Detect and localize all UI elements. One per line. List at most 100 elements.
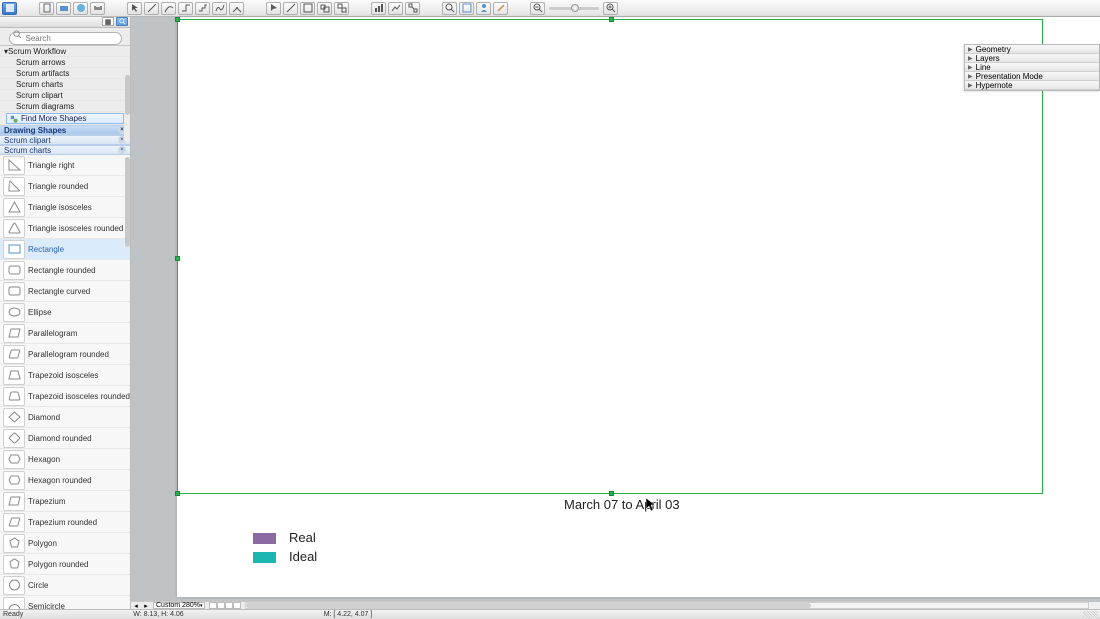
chart-bar-icon[interactable] (371, 2, 386, 15)
shape-item-diamond-round[interactable]: Diamond rounded (0, 428, 130, 449)
hscroll-track[interactable] (245, 602, 1089, 609)
pointer2-icon[interactable] (266, 2, 281, 15)
shape-item-tri-iso[interactable]: Triangle isosceles (0, 197, 130, 218)
resize-handle-w[interactable] (175, 256, 180, 261)
export-icon[interactable] (56, 2, 71, 15)
wand-icon[interactable] (493, 2, 508, 15)
shape-item-hex-round[interactable]: Hexagon rounded (0, 470, 130, 491)
shape-item-trap[interactable]: Trapezium (0, 491, 130, 512)
tree-item[interactable]: Scrum artifacts (0, 68, 130, 79)
shape-label: Trapezoid isosceles rounded (28, 392, 130, 401)
shape-item-tri-right[interactable]: Triangle right (0, 155, 130, 176)
shape-label: Triangle isosceles (28, 203, 92, 212)
shape-item-semi[interactable]: Semicircle (0, 596, 130, 609)
print-icon[interactable] (90, 2, 105, 15)
shape-item-poly[interactable]: Polygon (0, 533, 130, 554)
shape-item-rect-curve[interactable]: Rectangle curved (0, 281, 130, 302)
search-input[interactable] (9, 32, 122, 45)
zoom-slider[interactable] (549, 7, 599, 10)
hscroll-thumb[interactable] (246, 603, 811, 608)
resize-handle-nw[interactable] (175, 17, 180, 22)
app-menu-button[interactable] (2, 2, 17, 15)
shape-item-rect[interactable]: Rectangle (0, 239, 130, 260)
shape-item-hex[interactable]: Hexagon (0, 449, 130, 470)
text-icon[interactable] (300, 2, 315, 15)
shape-item-diamond[interactable]: Diamond (0, 407, 130, 428)
connector-angle-icon[interactable] (229, 2, 244, 15)
status-wh: W: 8.13, H: 4.06 (133, 611, 183, 618)
resize-handle-sw[interactable] (175, 491, 180, 496)
shape-swatch (3, 240, 25, 259)
main-toolbar (0, 0, 1100, 17)
inspector-panel: ▶Geometry ▶Layers ▶Line ▶Presentation Mo… (964, 44, 1100, 91)
tree-root[interactable]: ▾ Scrum Workflow (0, 46, 130, 57)
shape-item-poly-round[interactable]: Polygon rounded (0, 554, 130, 575)
accordion-drawing-shapes[interactable]: Drawing Shapes× (0, 125, 130, 135)
page-tab[interactable] (217, 602, 225, 609)
line2-icon[interactable] (283, 2, 298, 15)
user-icon[interactable] (476, 2, 491, 15)
resize-grip-icon[interactable] (1083, 611, 1097, 619)
tree-scrollbar[interactable] (124, 75, 130, 141)
shape-swatch (3, 219, 25, 238)
zoom-in2-icon[interactable] (603, 2, 618, 15)
shape-item-para[interactable]: Parallelogram (0, 323, 130, 344)
shape-label: Triangle right (28, 161, 74, 170)
shape-label: Hexagon (28, 455, 60, 464)
resize-handle-s[interactable] (609, 491, 614, 496)
arc-icon[interactable] (161, 2, 176, 15)
zoom-in-icon[interactable] (442, 2, 457, 15)
chart-line-icon[interactable] (388, 2, 403, 15)
inspector-hypernote[interactable]: ▶Hypernote (965, 81, 1099, 90)
fit-icon[interactable] (459, 2, 474, 15)
doc-icon[interactable] (39, 2, 54, 15)
page-tab[interactable] (233, 602, 241, 609)
selection-rectangle[interactable] (177, 19, 1043, 494)
accordion-scrum-charts[interactable]: Scrum charts× (0, 145, 130, 155)
mouse-cursor (646, 498, 656, 512)
chart-area-icon[interactable] (405, 2, 420, 15)
shape-swatch (3, 345, 25, 364)
shape-swatch (3, 534, 25, 553)
shape-item-trap-iso-round[interactable]: Trapezoid isosceles rounded (0, 386, 130, 407)
shape-item-tri-iso-round[interactable]: Triangle isosceles rounded (0, 218, 130, 239)
stencil-tab-search[interactable] (116, 17, 128, 26)
shape-label: Semicircle (28, 602, 65, 610)
tree-item[interactable]: Scrum charts (0, 79, 130, 90)
zoom-out2-icon[interactable] (530, 2, 545, 15)
pointer-icon[interactable] (127, 2, 142, 15)
accordion-scrum-clipart[interactable]: Scrum clipart× (0, 135, 130, 145)
shape-item-ellipse[interactable]: Ellipse (0, 302, 130, 323)
page-tab[interactable] (209, 602, 217, 609)
shape-swatch (3, 471, 25, 490)
shape-item-trap-iso[interactable]: Trapezoid isosceles (0, 365, 130, 386)
stencil-tab-grid[interactable]: ▦ (102, 17, 114, 26)
shape-scrollbar[interactable] (124, 155, 130, 609)
shape-item-tri-round[interactable]: Triangle rounded (0, 176, 130, 197)
legend-swatch-ideal (253, 552, 276, 563)
line-icon[interactable] (144, 2, 159, 15)
close-icon[interactable]: × (118, 146, 126, 154)
connector-icon[interactable] (178, 2, 193, 15)
group-icon[interactable] (334, 2, 349, 15)
shape-icon[interactable] (317, 2, 332, 15)
shape-item-trap-round[interactable]: Trapezium rounded (0, 512, 130, 533)
tree-item[interactable]: Scrum diagrams (0, 101, 130, 112)
tree-item[interactable]: Scrum arrows (0, 57, 130, 68)
zoom-select[interactable]: Custom 280% ▾ (153, 602, 205, 609)
page-tab[interactable] (225, 602, 233, 609)
shape-swatch (3, 303, 25, 322)
web-icon[interactable] (73, 2, 88, 15)
shape-item-circle[interactable]: Circle (0, 575, 130, 596)
shape-swatch (3, 366, 25, 385)
shape-swatch (3, 177, 25, 196)
connector-free-icon[interactable] (212, 2, 227, 15)
drawing-canvas[interactable]: March 07 to April 03 Real Ideal (177, 17, 1100, 597)
shape-item-para-round[interactable]: Parallelogram rounded (0, 344, 130, 365)
connector-step-icon[interactable] (195, 2, 210, 15)
resize-handle-n[interactable] (609, 17, 614, 22)
find-more-shapes-button[interactable]: Find More Shapes (6, 113, 124, 124)
stencil-tabs: ▦ (0, 17, 130, 28)
shape-item-rect-round[interactable]: Rectangle rounded (0, 260, 130, 281)
tree-item[interactable]: Scrum clipart (0, 90, 130, 101)
